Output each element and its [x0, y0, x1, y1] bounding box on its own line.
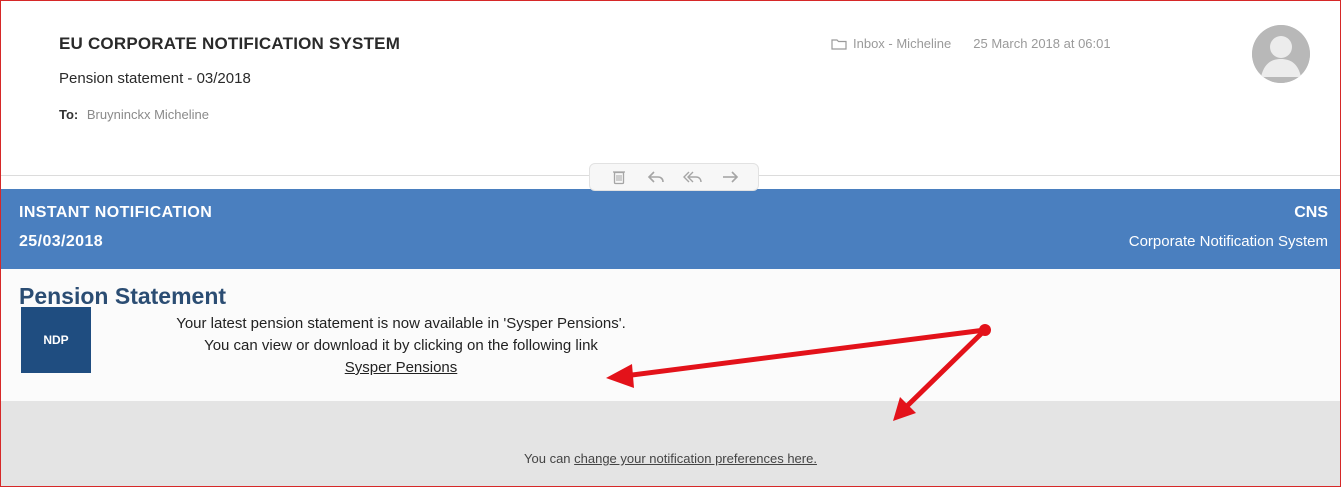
notification-message: Your latest pension statement is now ava… — [121, 313, 681, 379]
message-line-1: Your latest pension statement is now ava… — [176, 315, 626, 332]
mail-date: 25 March 2018 at 06:01 — [973, 36, 1111, 51]
mail-subject: Pension statement - 03/2018 — [59, 70, 251, 87]
notification-content: Pension Statement NDP Your latest pensio… — [1, 269, 1340, 401]
reply-all-icon[interactable] — [682, 168, 703, 186]
mail-header: EU CORPORATE NOTIFICATION SYSTEM Pension… — [1, 1, 1340, 151]
banner-system-code: CNS — [1294, 204, 1328, 221]
sender-name: EU CORPORATE NOTIFICATION SYSTEM — [59, 34, 401, 53]
recipient-name[interactable]: Bruyninckx Micheline — [87, 107, 209, 122]
footer-prefix: You can — [524, 451, 575, 466]
notification-banner: INSTANT NOTIFICATION 25/03/2018 CNS Corp… — [1, 189, 1340, 269]
sysper-pensions-link[interactable]: Sysper Pensions — [345, 359, 458, 376]
mailbox-folder[interactable]: Inbox - Micheline — [853, 36, 951, 51]
message-toolbar — [589, 163, 759, 191]
footer-text: You can change your notification prefere… — [1, 451, 1340, 466]
to-label: To: — [59, 107, 79, 122]
forward-icon[interactable] — [720, 168, 740, 186]
person-silhouette-icon — [1252, 25, 1310, 83]
banner-title: INSTANT NOTIFICATION — [19, 204, 213, 221]
notification-footer: You can change your notification prefere… — [1, 401, 1340, 486]
reply-icon[interactable] — [646, 168, 666, 186]
trash-icon[interactable] — [609, 168, 629, 186]
notification-preferences-link[interactable]: change your notification preferences her… — [574, 451, 817, 466]
email-window: EU CORPORATE NOTIFICATION SYSTEM Pension… — [0, 0, 1341, 487]
recipient-line: To: Bruyninckx Micheline — [59, 107, 209, 122]
content-title: Pension Statement — [19, 283, 227, 309]
mail-meta: Inbox - Micheline 25 March 2018 at 06:01 — [831, 36, 1111, 51]
banner-date: 25/03/2018 — [19, 233, 104, 250]
ndp-badge: NDP — [21, 307, 91, 373]
banner-system-name: Corporate Notification System — [1128, 233, 1328, 250]
message-line-2: You can view or download it by clicking … — [204, 337, 598, 354]
folder-icon — [831, 38, 847, 50]
